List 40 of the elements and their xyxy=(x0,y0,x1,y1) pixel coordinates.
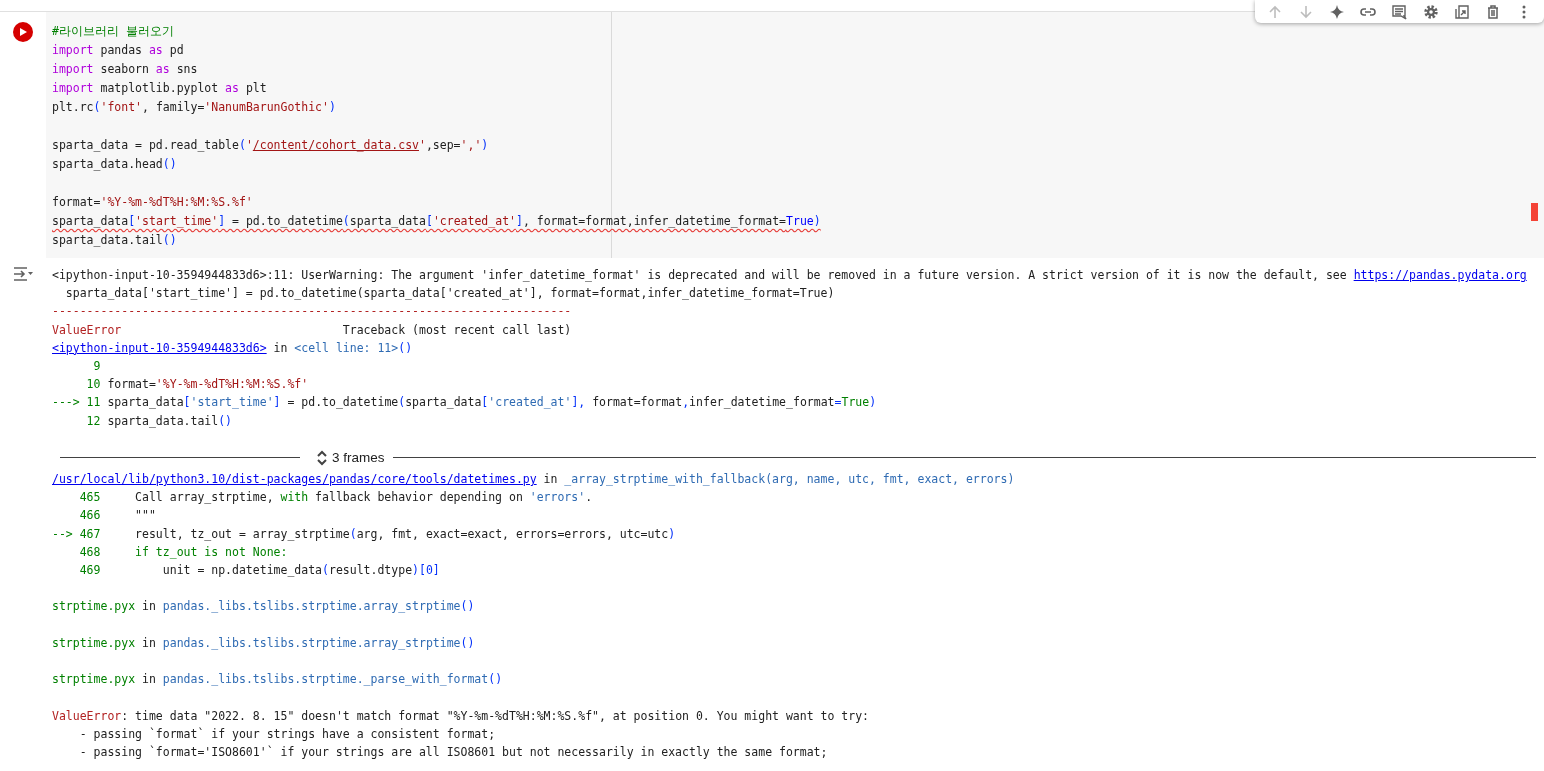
output-line: 9 xyxy=(92,358,101,375)
output-line: 12 sparta_data.tail() xyxy=(85,412,233,430)
run-button[interactable] xyxy=(13,22,33,42)
file-link[interactable]: https://pandas.pydata.org xyxy=(1353,268,1527,282)
code-line: sparta_data['start_time'] = pd.to_datetime(sparta_data['created_at'], format=format,infer_datetime_format=True) xyxy=(52,213,821,230)
code-line: sparta_data.tail() xyxy=(52,232,177,249)
code-line: import pandas as pd xyxy=(52,42,184,59)
output-line: 468 if tz_out is not None: xyxy=(78,543,288,561)
output-toggle-icon[interactable] xyxy=(12,266,34,282)
play-icon xyxy=(18,27,28,37)
output-line: strptime.pyx in pandas._libs.tslibs.strptime.array_strptime() xyxy=(52,598,475,616)
code-line: import seaborn as sns xyxy=(52,61,198,78)
output-line: sparta_data['start_time'] = pd.to_datetime(sparta_data['created_at'], format=format,infer_datetime_format=True) xyxy=(64,285,835,303)
output-line: strptime.pyx in pandas._libs.tslibs.strptime.array_strptime() xyxy=(52,634,475,652)
file-link[interactable]: /usr/local/lib/python3.10/dist-packages/pandas/core/tools/datetimes.py xyxy=(52,472,537,487)
code-line: plt.rc('font', family='NanumBarunGothic') xyxy=(52,99,336,116)
output-line: 465 Call array_strptime, with fallback behavior depending on 'errors'. xyxy=(78,489,593,507)
frames-toggle[interactable]: 3 frames xyxy=(332,448,385,468)
code-line: import matplotlib.pyplot as plt xyxy=(52,80,267,97)
output-line: <ipython-input-10-3594944833d6> in <cell line: 11>() xyxy=(52,339,413,357)
code-line: #라이브러리 불러오기 xyxy=(52,23,174,40)
code-line: sparta_data = pd.read_table('/content/cohort_data.csv',sep=',') xyxy=(52,137,489,154)
file-link[interactable]: <ipython-input-10-3594944833d6> xyxy=(52,340,267,355)
output-line: /usr/local/lib/python3.10/dist-packages/pandas/core/tools/datetimes.py in _array_strptime_with_fallback(arg, name, utc, fmt, exact, errors) xyxy=(52,471,1015,489)
scroll-marker xyxy=(1531,203,1538,221)
output-line: 466 """ xyxy=(78,507,156,525)
output-line: ValueError Traceback (most recent call last) xyxy=(52,321,572,339)
output-line: - passing `format='ISO8601'` if your strings are all ISO8601 but not necessarily in exactly the same format; xyxy=(78,744,828,761)
code-line: format='%Y-%m-%dT%H:%M:%S.%f' xyxy=(52,194,253,211)
output-line: --------------------------------------------------------------------------- xyxy=(52,303,572,321)
code-line: sparta_data.head() xyxy=(52,156,177,173)
expand-collapse-icon[interactable] xyxy=(316,448,328,467)
output-line: 469 unit = np.datetime_data(result.dtype)[0] xyxy=(78,562,440,580)
output-line: ---> 11 sparta_data['start_time'] = pd.to_datetime(sparta_data['created_at'], format=format,infer_datetime_format=True) xyxy=(52,394,877,412)
output-line: - passing `format` if your strings have a consistent format; xyxy=(78,725,496,743)
output-line: <ipython-input-10-3594944833d6>:11: UserWarning: The argument 'infer_datetime_format' is deprecated and will be removed in a future version. A strict version of it is now the default, see https://pandas.pydata.org xyxy=(52,267,1527,284)
output-line: strptime.pyx in pandas._libs.tslibs.strptime._parse_with_format() xyxy=(52,671,503,689)
output-line: --> 467 result, tz_out = array_strptime(arg, fmt, exact=exact, errors=errors, utc=utc) xyxy=(52,525,676,543)
output-line: ValueError: time data "2022. 8. 15" doesn't match format "%Y-%m-%dT%H:%M:%S.%f", at position 0. You might want to try: xyxy=(52,707,869,725)
output-line: 10 format='%Y-%m-%dT%H:%M:%S.%f' xyxy=(85,376,309,394)
